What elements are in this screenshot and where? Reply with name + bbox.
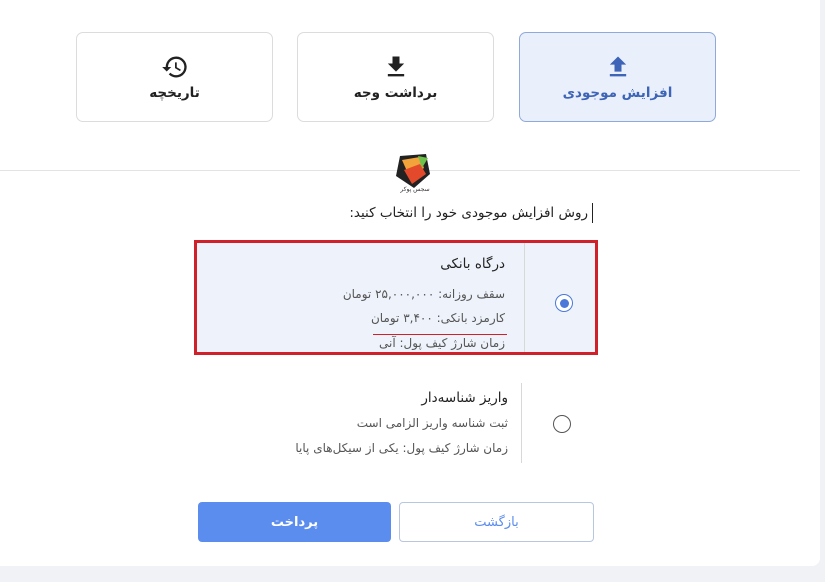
text-cursor — [592, 203, 593, 223]
tab-withdraw-label: برداشت وجه — [353, 85, 438, 101]
tab-history[interactable]: تاریخچه — [76, 32, 273, 122]
option-bank-fee: کارمزد بانکی: ۳,۴۰۰ تومان — [370, 311, 505, 325]
download-icon — [387, 56, 404, 77]
radio-selected-dot — [559, 298, 569, 308]
pay-button[interactable]: پرداخت — [198, 502, 391, 542]
radio-bank-gateway[interactable] — [555, 294, 573, 312]
option-charge-time: زمان شارژ کیف پول: آنی — [379, 336, 505, 350]
brand-caption: سجس پوکر — [400, 186, 430, 193]
main-panel: تاریخچه برداشت وجه افزایش موجودی سجس پوک… — [0, 0, 820, 566]
tab-history-label: تاریخچه — [149, 85, 200, 101]
option-id-deposit[interactable]: واریز شناسه‌دار ثبت شناسه واریز الزامی ا… — [194, 383, 598, 463]
tab-deposit[interactable]: افزایش موجودی — [519, 32, 716, 122]
option-charge-time: زمان شارژ کیف پول: یکی از سیکل‌های پایا — [295, 441, 508, 455]
tab-deposit-label: افزایش موجودی — [562, 85, 673, 101]
option-daily-limit: سقف روزانه: ۲۵,۰۰۰,۰۰۰ تومان — [342, 287, 505, 301]
option-bank-gateway[interactable]: درگاه بانکی سقف روزانه: ۲۵,۰۰۰,۰۰۰ تومان… — [194, 240, 598, 355]
option-separator — [521, 383, 522, 463]
back-button[interactable]: بازگشت — [399, 502, 594, 542]
radio-id-deposit[interactable] — [553, 415, 571, 433]
fee-underline — [373, 334, 507, 335]
method-prompt: روش افزایش موجودی خود را انتخاب کنید: — [349, 205, 588, 221]
option-separator — [524, 243, 525, 352]
wallet-tabs: تاریخچه برداشت وجه افزایش موجودی — [76, 32, 716, 122]
upload-icon — [609, 56, 626, 77]
tab-withdraw[interactable]: برداشت وجه — [297, 32, 494, 122]
history-icon — [161, 56, 187, 78]
option-title: واریز شناسه‌دار — [421, 390, 508, 406]
option-id-required: ثبت شناسه واریز الزامی است — [356, 416, 508, 430]
option-title: درگاه بانکی — [440, 256, 505, 272]
